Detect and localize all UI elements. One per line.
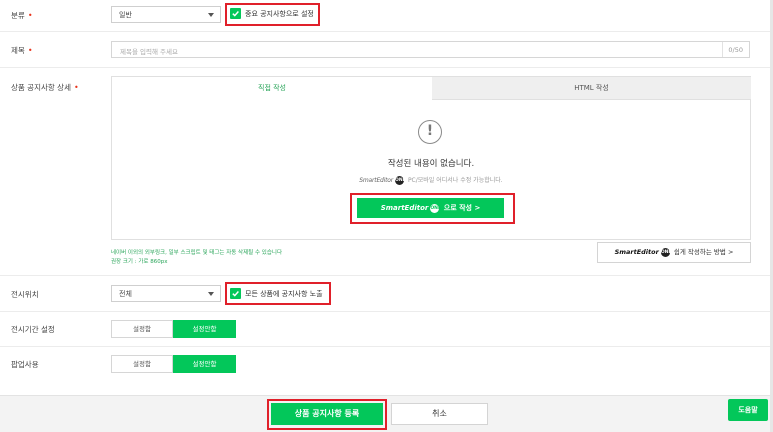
smarteditor-logo: SmartEditor	[359, 177, 394, 184]
popup-label: 팝업사용	[11, 360, 39, 369]
display-location-select[interactable]: 전체	[111, 285, 221, 302]
how-to-write-link[interactable]: SmartEditor ONE 쉽게 작성하는 방법 >	[597, 242, 751, 263]
one-logo-icon: ONE	[430, 203, 442, 213]
help-button[interactable]: 도움말	[728, 399, 768, 421]
display-location-label: 전시위치	[11, 290, 39, 299]
cancel-button[interactable]: 취소	[391, 403, 488, 425]
write-with-smarteditor-button[interactable]: SmartEditor ONE 으로 작성 >	[357, 198, 504, 218]
popup-unset-button[interactable]: 설정안함	[173, 355, 236, 373]
category-select[interactable]: 일반	[111, 6, 221, 23]
display-period-label: 전시기간 설정	[11, 325, 55, 334]
empty-message: 작성된 내용이 없습니다.	[387, 159, 475, 169]
row-divider	[0, 275, 773, 276]
title-label: 제목 •	[11, 46, 33, 55]
row-divider	[0, 31, 773, 32]
chevron-down-icon	[208, 13, 214, 17]
row-divider	[0, 346, 773, 347]
editor-note-line1: 네이버 이외의 외부링크, 일부 스크립트 및 태그는 자동 삭제될 수 있습니…	[111, 250, 283, 256]
important-notice-checkbox[interactable]: 중요 공지사항으로 설정	[230, 8, 314, 19]
display-period-set-button[interactable]: 설정함	[111, 320, 173, 338]
tab-html-write[interactable]: HTML 작성	[432, 77, 751, 100]
exclamation-icon: !	[418, 120, 442, 144]
detail-label: 상품 공지사항 상세 •	[11, 83, 79, 92]
chevron-down-icon	[208, 292, 214, 296]
checkbox-checked-icon	[230, 8, 241, 19]
editor-note-line2: 권장 크기 : 가로 860px	[111, 259, 168, 265]
footer-bar	[0, 395, 773, 432]
popup-set-button[interactable]: 설정함	[111, 355, 173, 373]
submit-notice-button[interactable]: 상품 공지사항 등록	[271, 403, 383, 425]
chevron-right-icon: >	[727, 248, 734, 256]
editor-info: SmartEditor ONE PC/모바일 어디서나 수정 가능합니다.	[359, 176, 503, 185]
all-products-checkbox[interactable]: 모든 상품에 공지사항 노출	[230, 288, 323, 299]
category-label: 분류 •	[11, 11, 33, 20]
row-divider	[0, 67, 773, 68]
counter-divider	[722, 42, 723, 57]
char-counter: 0/50	[728, 46, 743, 54]
row-divider	[0, 311, 773, 312]
one-logo-icon: ONE	[395, 176, 406, 185]
editor-panel: 직접 작성 HTML 작성 ! 작성된 내용이 없습니다. SmartEdito…	[111, 76, 751, 240]
display-period-unset-button[interactable]: 설정안함	[173, 320, 236, 338]
one-logo-icon: ONE	[660, 247, 672, 257]
chevron-right-icon: >	[474, 204, 481, 212]
tab-direct-write[interactable]: 직접 작성	[112, 77, 432, 100]
checkbox-checked-icon	[230, 288, 241, 299]
title-input[interactable]: 제목을 입력해 주세요 0/50	[111, 41, 750, 58]
